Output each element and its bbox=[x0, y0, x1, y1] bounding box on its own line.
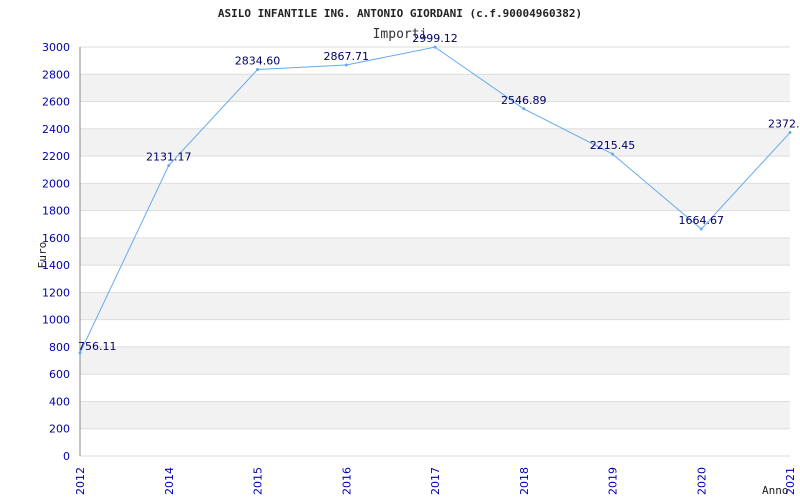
data-label: 756.11 bbox=[78, 340, 117, 353]
x-tick-label: 2018 bbox=[518, 467, 531, 495]
y-tick-label: 200 bbox=[49, 423, 70, 436]
y-tick-label: 3000 bbox=[42, 41, 70, 54]
x-tick-label: 2015 bbox=[252, 467, 265, 495]
data-point bbox=[344, 63, 348, 67]
data-label: 2131.17 bbox=[146, 150, 192, 163]
y-tick-label: 2200 bbox=[42, 150, 70, 163]
y-tick-label: 1800 bbox=[42, 205, 70, 218]
data-label: 2215.45 bbox=[590, 139, 636, 152]
grid-band bbox=[80, 183, 790, 211]
grid-band bbox=[80, 237, 790, 266]
line-chart: 0200400600800100012001400160018002000220… bbox=[36, 7, 800, 497]
grid-bands bbox=[80, 74, 790, 429]
chart-title: ASILO INFANTILE ING. ANTONIO GIORDANI (c… bbox=[218, 7, 582, 20]
y-tick-label: 400 bbox=[49, 395, 70, 408]
data-point bbox=[788, 131, 792, 135]
data-point bbox=[522, 107, 526, 111]
data-point bbox=[699, 227, 703, 231]
data-point bbox=[433, 45, 437, 49]
grid-band bbox=[80, 292, 790, 320]
x-axis-label: Anno bbox=[762, 484, 789, 497]
x-tick-label: 2017 bbox=[429, 467, 442, 495]
x-tick-label: 2016 bbox=[340, 467, 353, 495]
y-tick-label: 2400 bbox=[42, 123, 70, 136]
x-tick-labels: 2012 2014 2015 2016 2017 2018 2019 2020 2021 bbox=[74, 467, 797, 495]
data-label: 1664.67 bbox=[679, 214, 725, 227]
y-tick-label: 0 bbox=[63, 450, 70, 463]
x-tick-label: 2014 bbox=[163, 467, 176, 495]
data-label: 2867.71 bbox=[324, 50, 370, 63]
x-tick-label: 2012 bbox=[74, 467, 87, 495]
chart-subtitle: Importi bbox=[373, 27, 428, 42]
y-tick-label: 800 bbox=[49, 341, 70, 354]
data-label: 2372.5 bbox=[768, 118, 800, 131]
grid-band bbox=[80, 346, 790, 375]
y-tick-label: 2800 bbox=[42, 68, 70, 81]
grid-band bbox=[80, 401, 790, 429]
y-tick-label: 1200 bbox=[42, 286, 70, 299]
grid-band bbox=[80, 74, 790, 102]
x-tick-label: 2019 bbox=[607, 467, 620, 495]
data-label: 2834.60 bbox=[235, 55, 281, 68]
data-label: 2546.89 bbox=[501, 94, 547, 107]
y-tick-label: 1000 bbox=[42, 314, 70, 327]
y-axis-label: Euro bbox=[36, 242, 49, 269]
data-point bbox=[611, 152, 614, 156]
y-tick-label: 2000 bbox=[42, 177, 70, 190]
data-point bbox=[167, 163, 171, 167]
data-point bbox=[256, 68, 259, 72]
y-tick-label: 2600 bbox=[42, 96, 70, 109]
x-tick-label: 2020 bbox=[695, 467, 708, 495]
y-tick-label: 600 bbox=[49, 368, 70, 381]
